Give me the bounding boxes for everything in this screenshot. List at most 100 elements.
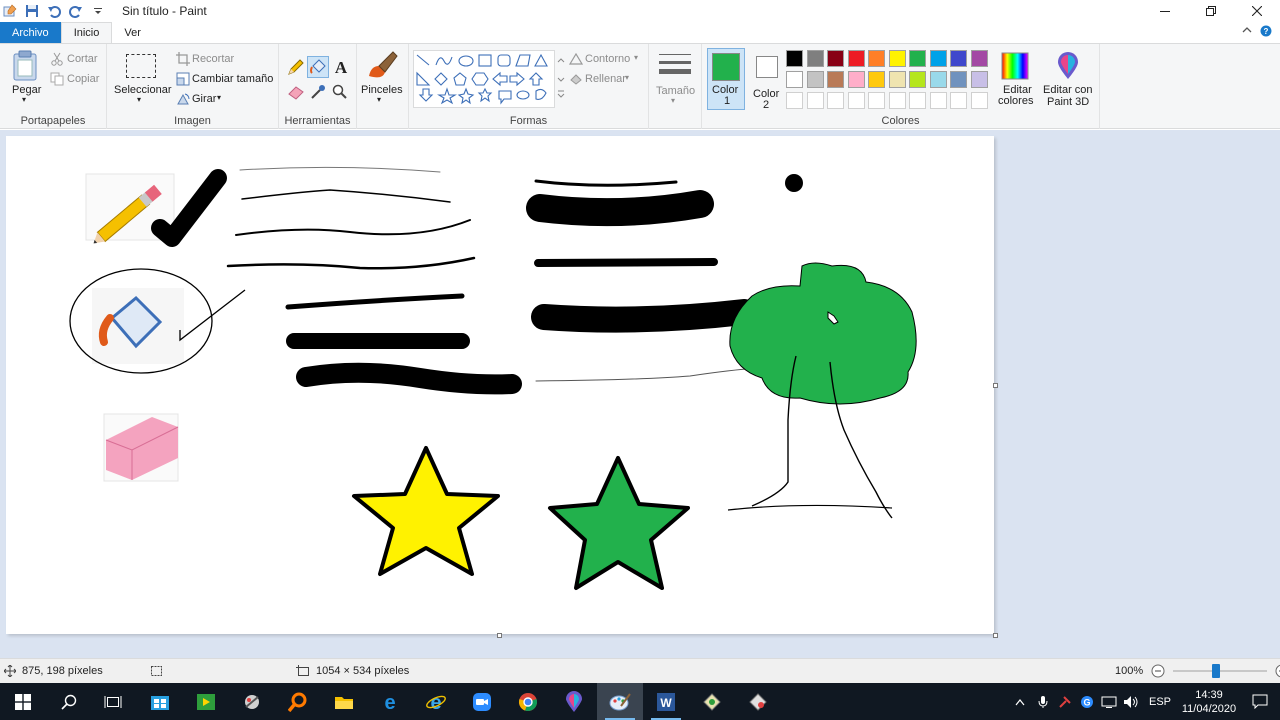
palette-swatch[interactable] [806,50,824,67]
palette-custom-slot[interactable] [847,92,865,109]
minimize-button[interactable] [1142,0,1188,22]
paint3d-label-2[interactable]: Paint 3D [1047,96,1089,108]
palette-swatch[interactable] [888,71,906,88]
collapse-ribbon-icon[interactable] [1242,25,1252,35]
zoom-out-icon[interactable] [1151,664,1165,678]
taskbar-app-9[interactable] [505,683,551,720]
brushes-button[interactable]: Pinceles [361,84,403,96]
taskbar-app-word[interactable]: W [643,683,689,720]
paste-dropdown-icon[interactable]: ▾ [22,95,26,104]
brushes-dropdown-icon[interactable]: ▾ [377,95,381,104]
fill-button[interactable]: Rellenar [585,73,626,85]
tab-archivo[interactable]: Archivo [0,22,61,43]
zoom-in-icon[interactable] [1275,664,1280,678]
undo-icon[interactable] [46,3,62,19]
resize-handle-right[interactable] [993,383,998,388]
rotate-icon[interactable] [176,92,190,106]
notifications-button[interactable] [1240,694,1280,709]
select-icon[interactable] [126,54,156,78]
eraser-icon[interactable] [287,84,305,100]
palette-swatch[interactable] [909,71,926,88]
fill-icon[interactable] [569,73,583,85]
tray-app-1[interactable] [1054,695,1076,709]
palette-swatch[interactable] [806,71,824,88]
palette-custom-slot[interactable] [888,92,906,109]
text-tool-icon[interactable]: A [333,58,349,76]
crop-icon[interactable] [176,52,190,66]
help-icon[interactable]: ? [1260,25,1272,37]
palette-swatch[interactable] [786,50,803,67]
fill-dropdown-icon[interactable]: ▾ [625,73,629,82]
palette-swatch[interactable] [970,50,988,67]
tray-volume[interactable] [1120,695,1142,709]
taskbar-app-10[interactable] [551,683,597,720]
redo-icon[interactable] [68,3,84,19]
close-button[interactable] [1234,0,1280,22]
copy-button[interactable]: Copiar [67,73,99,85]
zoom-slider-thumb[interactable] [1212,664,1221,678]
outline-button[interactable]: Contorno [585,53,630,65]
search-button[interactable] [46,683,92,720]
taskbar-app-12[interactable] [689,683,735,720]
palette-swatch[interactable] [847,71,865,88]
taskbar-app-8[interactable] [459,683,505,720]
palette-swatch[interactable] [888,50,906,67]
clock[interactable]: 14:39 11/04/2020 [1178,688,1240,716]
palette-swatch[interactable] [847,50,865,67]
paint3d-icon[interactable] [1056,52,1080,80]
palette-swatch[interactable] [868,71,885,88]
size-dropdown-icon[interactable]: ▾ [671,96,675,105]
shapes-gallery[interactable] [413,50,555,108]
zoom-slider[interactable] [1173,664,1268,678]
resize-handle-corner[interactable] [993,633,998,638]
paint3d-label-1[interactable]: Editar con [1043,84,1093,96]
select-dropdown-icon[interactable]: ▾ [137,95,141,104]
palette-swatch[interactable] [929,71,947,88]
palette-swatch[interactable] [827,71,844,88]
palette-custom-slot[interactable] [929,92,947,109]
crop-button[interactable]: Recortar [192,53,234,65]
palette-custom-slot[interactable] [909,92,926,109]
magnifier-icon[interactable] [332,84,348,100]
color2-button[interactable]: Color 2 [748,48,786,111]
palette-custom-slot[interactable] [806,92,824,109]
taskbar-app-5[interactable] [321,683,367,720]
color1-button[interactable]: Color 1 [707,48,745,110]
save-icon[interactable] [24,3,40,19]
resize-handle-bottom[interactable] [497,633,502,638]
palette-custom-slot[interactable] [868,92,885,109]
task-view-button[interactable] [90,683,136,720]
tray-network[interactable] [1098,695,1120,709]
taskbar-app-1[interactable] [137,683,183,720]
select-button[interactable]: Seleccionar [114,84,171,96]
palette-swatch[interactable] [909,50,926,67]
shapes-scroll-icon[interactable] [557,58,565,98]
language-indicator[interactable]: ESP [1142,696,1178,708]
restore-button[interactable] [1188,0,1234,22]
scissors-icon[interactable] [50,52,64,66]
tab-ver[interactable]: Ver [112,22,153,43]
resize-button[interactable]: Cambiar tamaño [192,73,273,85]
tray-app-2[interactable]: G [1076,695,1098,709]
palette-custom-slot[interactable] [827,92,844,109]
customize-toolbar-chevron-icon[interactable] [90,3,106,19]
palette-swatch[interactable] [970,71,988,88]
size-button[interactable]: Tamaño [656,85,695,97]
outline-icon[interactable] [569,53,583,65]
palette-swatch[interactable] [929,50,947,67]
palette-swatch[interactable] [786,71,803,88]
paint-app-icon[interactable] [2,3,18,19]
color-picker-icon[interactable] [310,84,326,100]
paste-button[interactable] [12,50,38,85]
resize-icon[interactable] [176,72,190,86]
taskbar-app-paint[interactable] [597,683,643,720]
brush-icon[interactable] [365,50,399,82]
palette-swatch[interactable] [950,71,967,88]
pencil-icon[interactable] [287,58,305,76]
drawing-canvas[interactable] [6,136,994,634]
palette-custom-slot[interactable] [970,92,988,109]
tray-microphone[interactable] [1032,695,1054,709]
rotate-button[interactable]: Girar [192,93,216,105]
fill-tool-button[interactable] [307,56,329,78]
taskbar-app-13[interactable] [735,683,781,720]
